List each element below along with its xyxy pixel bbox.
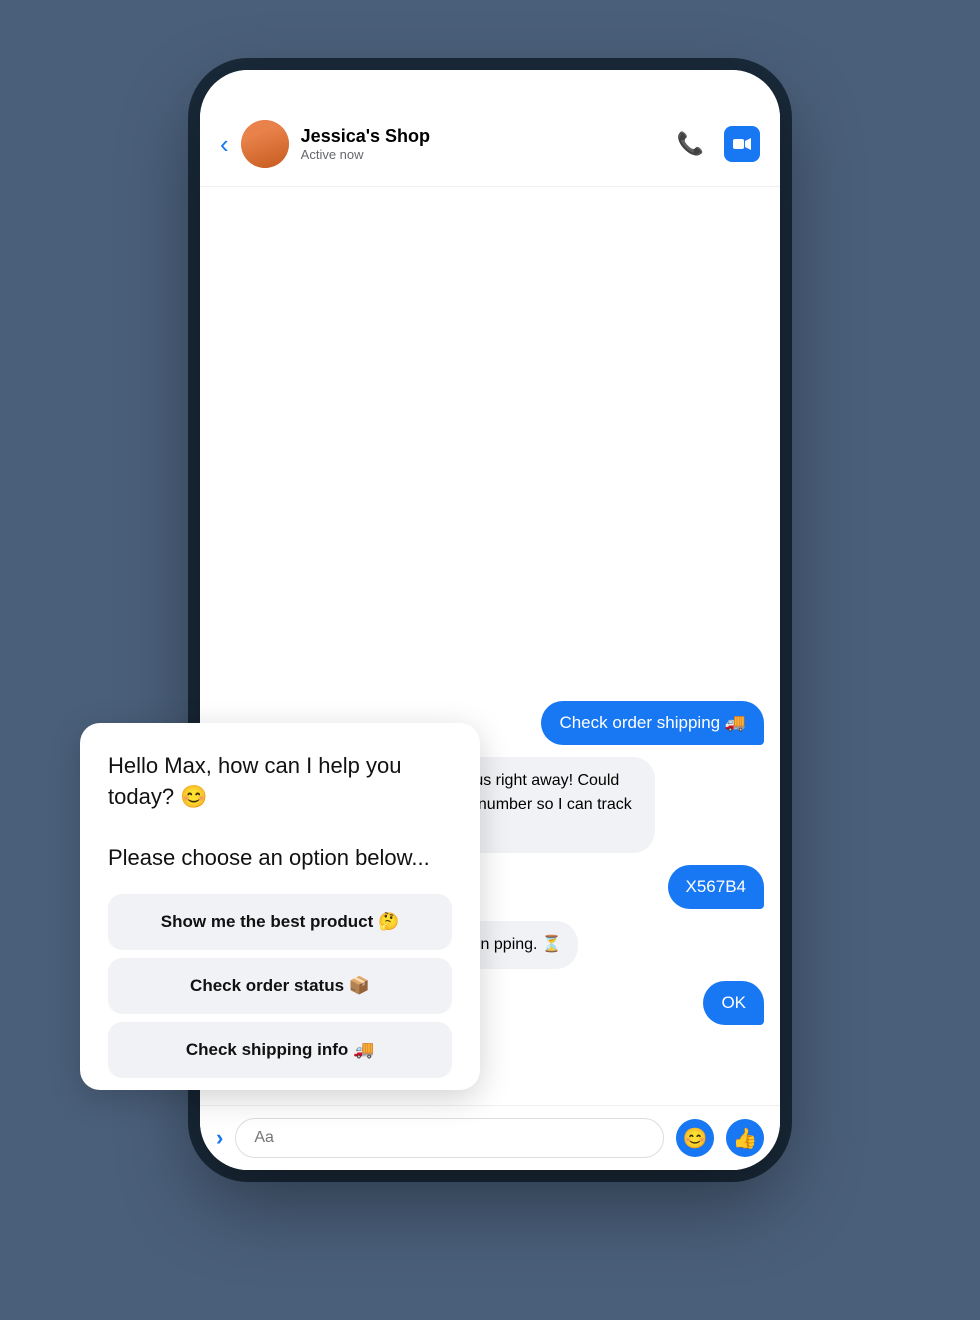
expand-button[interactable]: › — [216, 1125, 223, 1151]
popup-greeting: Hello Max, how can I help you today? 😊 P… — [108, 751, 452, 874]
popup-option-2[interactable]: Check order status 📦 — [108, 958, 452, 1014]
message-outgoing-1: Check order shipping 🚚 — [541, 701, 764, 745]
popup-card: Hello Max, how can I help you today? 😊 P… — [80, 723, 480, 1090]
message-input[interactable] — [235, 1118, 664, 1158]
message-outgoing-2: X567B4 — [668, 865, 765, 909]
phone-wrapper: Hello Max, how can I help you today? 😊 P… — [140, 70, 840, 1250]
popup-option-3[interactable]: Check shipping info 🚚 — [108, 1022, 452, 1078]
header-info: Jessica's Shop Active now — [301, 126, 677, 162]
emoji-button[interactable]: 😊 — [676, 1119, 714, 1157]
avatar — [241, 120, 289, 168]
header-actions: 📞 — [677, 126, 760, 162]
popup-options: Show me the best product 🤔 Check order s… — [108, 894, 452, 1078]
message-outgoing-3: OK — [703, 981, 764, 1025]
active-status: Active now — [301, 147, 677, 162]
phone-icon[interactable]: 📞 — [677, 131, 704, 157]
chat-footer: › 😊 👍 — [200, 1105, 780, 1170]
popup-option-1[interactable]: Show me the best product 🤔 — [108, 894, 452, 950]
video-icon[interactable] — [724, 126, 760, 162]
shop-name: Jessica's Shop — [301, 126, 677, 147]
back-button[interactable]: ‹ — [220, 129, 229, 160]
chat-header: ‹ Jessica's Shop Active now 📞 — [200, 70, 780, 187]
like-button[interactable]: 👍 — [726, 1119, 764, 1157]
